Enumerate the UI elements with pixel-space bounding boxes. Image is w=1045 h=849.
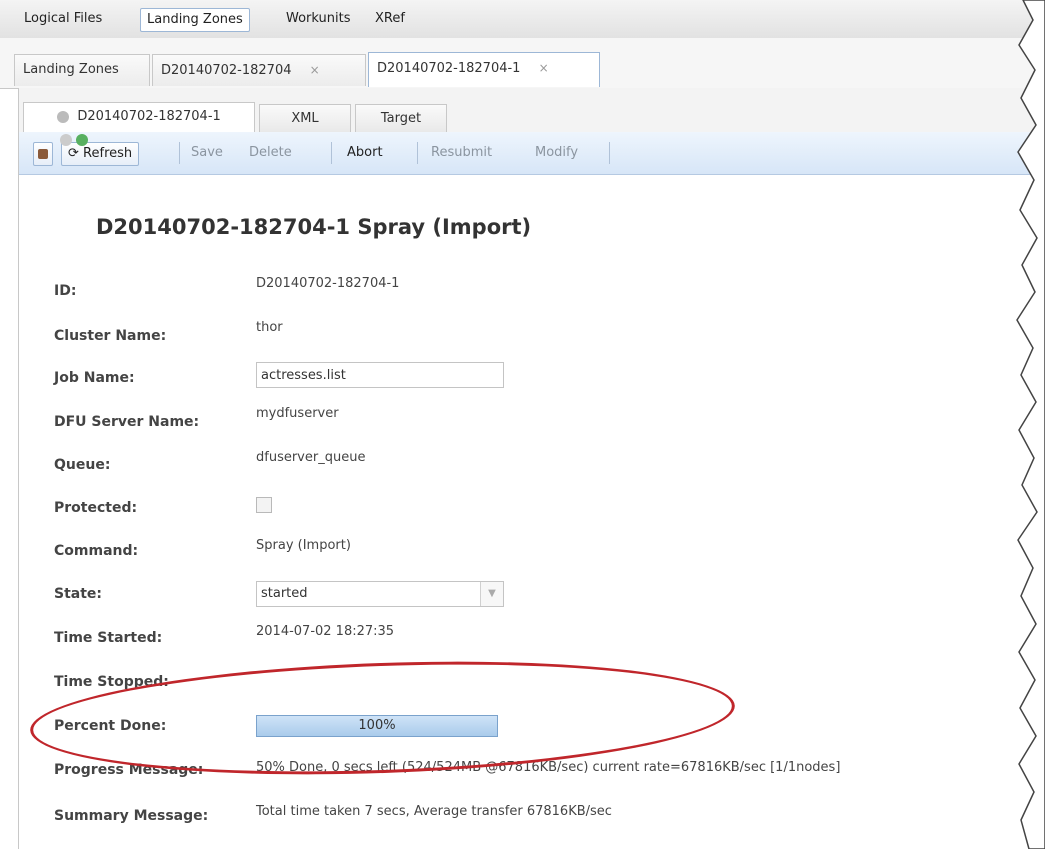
summary-message-value: Total time taken 7 secs, Average transfe… [256,804,612,819]
app-frame: Logical Files Landing Zones Workunits XR… [0,0,1045,849]
nav-landing-zones[interactable]: Landing Zones [140,8,250,32]
toolbar-separator [609,142,610,164]
queue-label: Queue: [54,457,111,473]
summary-message-label: Summary Message: [54,808,209,824]
outer-tab-strip: Landing Zones D20140702-182704 × D201407… [0,38,1045,89]
abort-button[interactable]: Abort [347,142,383,164]
dfu-server-label: DFU Server Name: [54,414,200,430]
lock-icon [60,134,72,146]
protected-label: Protected: [54,500,138,516]
job-name-input[interactable] [256,362,504,388]
tab-xml[interactable]: XML [259,104,351,132]
time-started-value: 2014-07-02 18:27:35 [256,624,395,639]
modify-button[interactable]: Modify [535,142,578,164]
resubmit-button[interactable]: Resubmit [431,142,492,164]
page-title: D20140702-182704-1 Spray (Import) [96,215,532,239]
id-label: ID: [54,283,77,299]
tab-label: Target [380,111,422,126]
dfu-server-value: mydfuserver [256,406,339,421]
cluster-name-label: Cluster Name: [54,328,167,344]
nav-xref[interactable]: XRef [369,8,411,30]
id-value: D20140702-182704-1 [256,276,400,291]
state-value: started [261,586,308,601]
state-select[interactable]: started ▼ [256,581,504,607]
time-stopped-label: Time Stopped: [54,674,169,690]
tab-landing-zones[interactable]: Landing Zones [14,54,150,86]
toolbar-separator [179,142,180,164]
tab-summary[interactable]: D20140702-182704-1 [23,102,255,132]
protected-checkbox[interactable] [256,497,272,513]
tab-label: D20140702-182704-1 [77,109,221,124]
nav-logical-files[interactable]: Logical Files [18,8,108,30]
job-name-label: Job Name: [54,370,135,386]
refresh-button[interactable]: ⟳ Refresh [61,142,140,166]
state-label: State: [54,586,103,602]
tab-d20140702-182704-1[interactable]: D20140702-182704-1 × [368,52,600,87]
top-nav: Logical Files Landing Zones Workunits XR… [0,0,1045,39]
open-icon[interactable] [33,142,53,166]
command-value: Spray (Import) [256,538,351,553]
progress-text: 100% [358,718,396,733]
tab-label: D20140702-182704 [161,63,292,78]
time-started-label: Time Started: [54,630,163,646]
close-icon[interactable]: × [310,63,320,77]
tab-label: Landing Zones [23,62,119,77]
inner-tab-strip: D20140702-182704-1 XML Target [19,88,1045,133]
command-label: Command: [54,543,139,559]
percent-done-progress: 100% [256,715,498,737]
workunit-panel: D20140702-182704-1 XML Target ⟳ Refresh … [18,88,1045,849]
tab-target[interactable]: Target [355,104,447,132]
tab-label: D20140702-182704-1 [377,61,521,76]
close-icon[interactable]: × [539,61,549,75]
delete-button[interactable]: Delete [249,142,292,164]
refresh-icon: ⟳ [68,146,79,161]
toolbar-separator [331,142,332,164]
gear-icon [57,110,70,123]
save-button[interactable]: Save [191,142,223,164]
toolbar-separator [417,142,418,164]
progress-message-value: 50% Done, 0 secs left (524/524MB @67816K… [256,760,841,775]
tab-d20140702-182704[interactable]: D20140702-182704 × [152,54,366,86]
progress-message-label: Progress Message: [54,762,204,778]
chevron-down-icon[interactable]: ▼ [480,582,503,606]
tab-label: XML [291,111,319,126]
cluster-name-value: thor [256,320,283,335]
refresh-label: Refresh [83,146,133,161]
percent-done-label: Percent Done: [54,718,167,734]
nav-workunits[interactable]: Workunits [280,8,356,30]
status-icon [76,134,88,146]
toolbar: ⟳ Refresh Save Delete Abort Resubmit Mod… [19,132,1045,175]
queue-value: dfuserver_queue [256,450,366,465]
